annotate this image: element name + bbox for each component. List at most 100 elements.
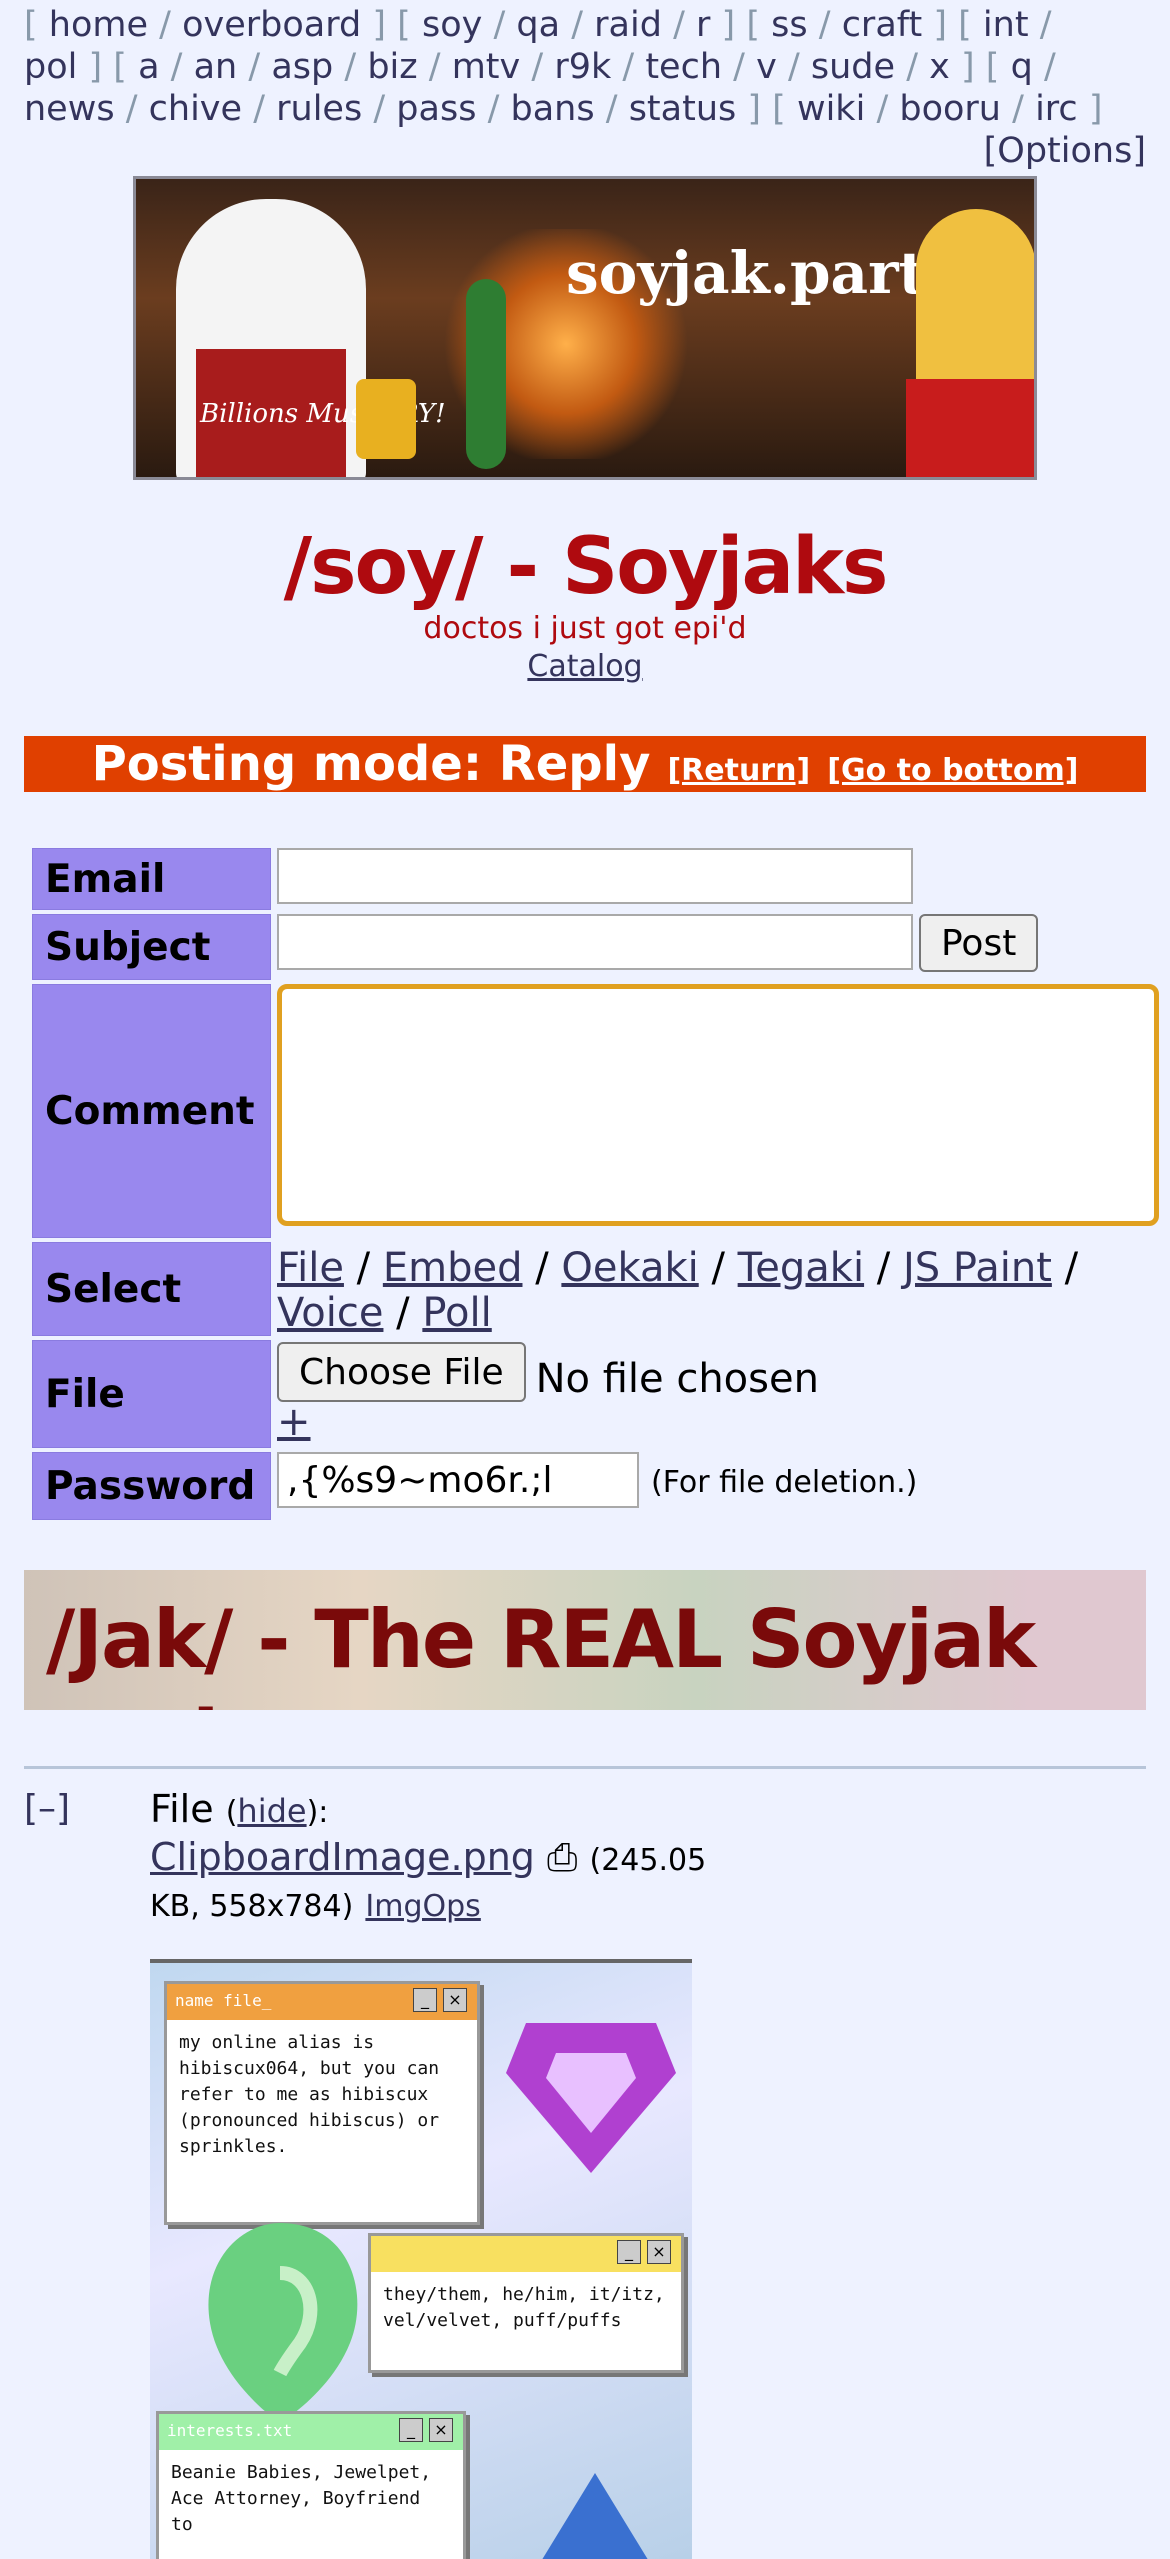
comment-label: Comment: [32, 984, 271, 1238]
hide-thread-toggle[interactable]: [–]: [24, 1787, 70, 1831]
file-row: File Choose File No file chosen +: [32, 1340, 1161, 1448]
file-size-prefix: (245.05: [589, 1843, 707, 1878]
board-link-soy[interactable]: soy: [422, 5, 482, 45]
thumb-window-name-title: name file_: [175, 1991, 272, 2010]
board-link-tech[interactable]: tech: [645, 47, 722, 87]
banner-site-name: soyjak.party: [566, 239, 960, 307]
board-title: /soy/ - Soyjaks: [283, 522, 889, 612]
board-link-status[interactable]: status: [629, 89, 737, 129]
options-link[interactable]: [Options]: [984, 131, 1146, 171]
add-file-link[interactable]: +: [277, 1402, 1159, 1442]
subject-field[interactable]: [277, 914, 913, 970]
board-link-asp[interactable]: asp: [271, 47, 333, 87]
options-row: [Options]: [24, 130, 1146, 172]
board-list-row-1: [ home / overboard ] [ soy / qa / raid /…: [24, 5, 1052, 45]
select-jspaint-link[interactable]: JS Paint: [903, 1245, 1052, 1291]
board-subtitle: doctos i just got epi'd: [423, 611, 747, 646]
board-link-bans[interactable]: bans: [511, 89, 595, 129]
board-link-r[interactable]: r: [696, 5, 710, 45]
swirl-icon: [208, 2223, 358, 2423]
comment-row: Comment: [32, 984, 1161, 1238]
no-file-chosen-text: No file chosen: [535, 1356, 819, 1402]
board-link-wiki[interactable]: wiki: [797, 89, 865, 129]
thumb-window-pronouns-text: they/them, he/him, it/itz, vel/velvet, p…: [383, 2284, 665, 2331]
board-link-booru[interactable]: booru: [899, 89, 1001, 129]
board-list: [ home / overboard ] [ soy / qa / raid /…: [0, 0, 1170, 172]
board-link-irc[interactable]: irc: [1035, 89, 1078, 129]
board-link-pass[interactable]: pass: [396, 89, 476, 129]
thumb-window-name: name file_ _ × my online alias is hibisc…: [164, 1981, 480, 2225]
board-list-row-3: news / chive / rules / pass / bans / sta…: [24, 89, 1103, 129]
board-link-craft[interactable]: craft: [842, 5, 923, 45]
email-field[interactable]: [277, 848, 913, 904]
thumb-window-interests-title: interests.txt: [167, 2421, 293, 2440]
thumb-window-interests-text: Beanie Babies, Jewelpet, Ace Attorney, B…: [171, 2462, 432, 2535]
go-to-bottom-link[interactable]: [Go to bottom]: [827, 753, 1078, 788]
board-link-pol[interactable]: pol: [24, 47, 77, 87]
minimize-icon: _: [399, 2418, 423, 2442]
return-link[interactable]: [Return]: [667, 753, 810, 788]
subject-label: Subject: [32, 914, 271, 980]
mop-figure: [466, 279, 506, 469]
board-link-overboard[interactable]: overboard: [182, 5, 361, 45]
choose-file-button[interactable]: Choose File: [277, 1342, 526, 1402]
download-icon[interactable]: ⎙: [547, 1835, 577, 1879]
board-link-x[interactable]: x: [929, 47, 950, 87]
post-form: Email Subject Post Comment Select File /…: [28, 844, 1165, 1524]
select-poll-link[interactable]: Poll: [422, 1290, 491, 1336]
select-voice-link[interactable]: Voice: [277, 1290, 383, 1336]
board-link-raid[interactable]: raid: [594, 5, 662, 45]
ad-banner-text: /Jak/ - The REAL Soyjak party: [46, 1593, 1036, 1710]
board-link-mtv[interactable]: mtv: [452, 47, 521, 87]
email-row: Email: [32, 848, 1161, 910]
hide-file-link[interactable]: hide: [237, 1792, 306, 1830]
select-file-link[interactable]: File: [277, 1245, 344, 1291]
file-name-link[interactable]: ClipboardImage.png: [150, 1835, 535, 1879]
board-link-an[interactable]: an: [194, 47, 238, 87]
board-link-home[interactable]: home: [49, 5, 148, 45]
board-link-q[interactable]: q: [1011, 47, 1033, 87]
post-button[interactable]: Post: [919, 914, 1039, 972]
waitress-skirt-shape: [906, 379, 1034, 477]
gem-icon: [506, 2023, 676, 2173]
board-link-r9k[interactable]: r9k: [554, 47, 611, 87]
subject-row: Subject Post: [32, 914, 1161, 980]
select-oekaki-link[interactable]: Oekaki: [561, 1245, 698, 1291]
password-field[interactable]: [277, 1452, 639, 1508]
password-label: Password: [32, 1452, 271, 1520]
ad-banner[interactable]: /Jak/ - The REAL Soyjak party: [24, 1570, 1146, 1710]
post-image-thumbnail[interactable]: name file_ _ × my online alias is hibisc…: [150, 1959, 692, 2559]
board-link-sude[interactable]: sude: [811, 47, 895, 87]
board-header: /soy/ - Soyjaks doctos i just got epi'd …: [0, 524, 1170, 686]
board-link-a[interactable]: a: [138, 47, 159, 87]
select-row: Select File / Embed / Oekaki / Tegaki / …: [32, 1242, 1161, 1336]
password-row: Password (For file deletion.): [32, 1452, 1161, 1520]
file-size-dimensions: KB, 558x784): [150, 1889, 354, 1924]
board-link-biz[interactable]: biz: [367, 47, 417, 87]
board-link-news[interactable]: news: [24, 89, 115, 129]
catalog-link[interactable]: Catalog: [527, 649, 642, 684]
close-icon: ×: [443, 1988, 467, 2012]
close-icon: ×: [647, 2240, 671, 2264]
beer-mug-icon: [356, 379, 416, 459]
board-list-row-2: pol ] [ a / an / asp / biz / mtv / r9k /…: [24, 47, 1056, 87]
board-link-ss[interactable]: ss: [771, 5, 807, 45]
file-label: File: [32, 1340, 271, 1448]
minimize-icon: _: [617, 2240, 641, 2264]
file-info-label: File: [150, 1787, 214, 1831]
comment-textarea[interactable]: [277, 984, 1159, 1226]
imgops-link[interactable]: ImgOps: [365, 1889, 480, 1924]
board-link-int[interactable]: int: [983, 5, 1029, 45]
select-tegaki-link[interactable]: Tegaki: [738, 1245, 864, 1291]
site-banner-image[interactable]: Billions Must TRY! soyjak.party: [133, 176, 1037, 480]
minimize-icon: _: [413, 1988, 437, 2012]
thumb-window-interests: interests.txt _ × Beanie Babies, Jewelpe…: [156, 2411, 466, 2559]
board-link-rules[interactable]: rules: [276, 89, 362, 129]
select-options: File / Embed / Oekaki / Tegaki / JS Pain…: [277, 1245, 1079, 1336]
board-link-chive[interactable]: chive: [149, 89, 242, 129]
board-link-v[interactable]: v: [756, 47, 777, 87]
select-embed-link[interactable]: Embed: [383, 1245, 523, 1291]
close-icon: ×: [429, 2418, 453, 2442]
thread-separator: [24, 1766, 1146, 1769]
board-link-qa[interactable]: qa: [516, 5, 560, 45]
